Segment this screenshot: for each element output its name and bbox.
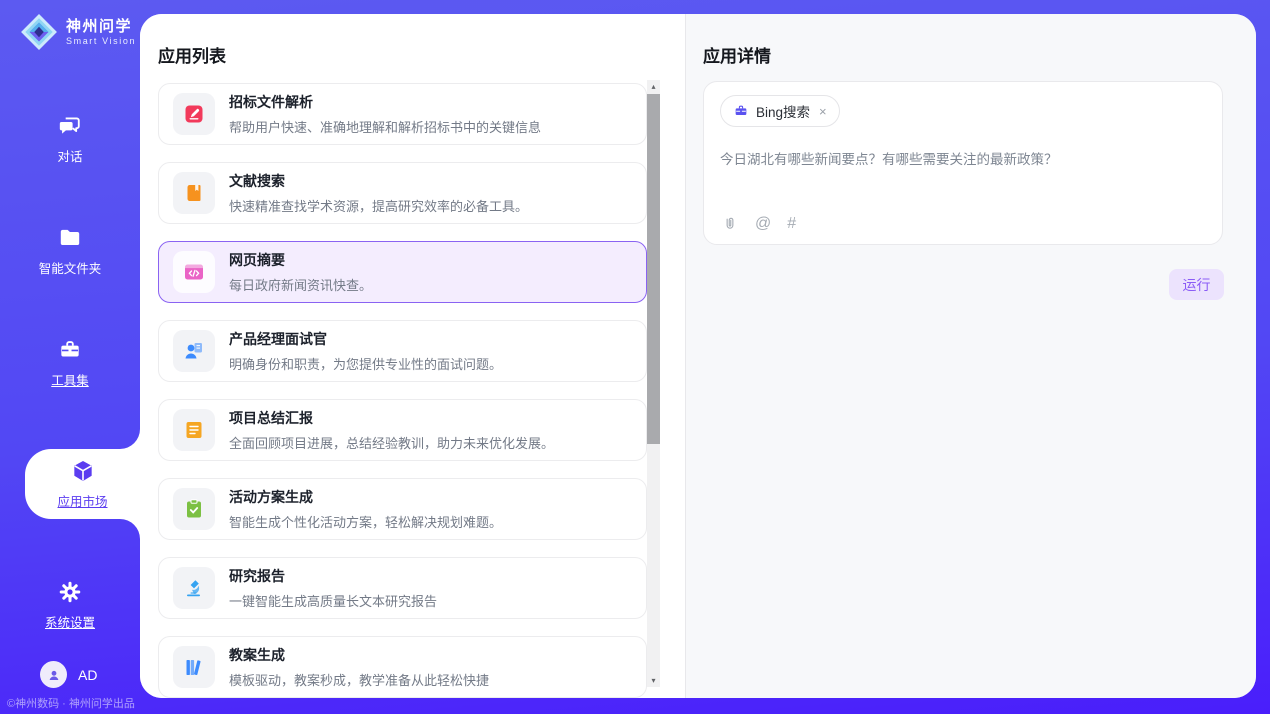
notch-bottom (120, 519, 140, 539)
logo-title: 神州问学 (66, 18, 136, 36)
query-input[interactable]: 今日湖北有哪些新闻要点？有哪些需要关注的最新政策？ (720, 148, 1206, 168)
app-card-text: 产品经理面试官明确身份和职责，为您提供专业性的面试问题。 (229, 329, 502, 373)
app-card-desc: 模板驱动，教案秒成，教学准备从此轻松快捷 (229, 670, 489, 689)
run-button[interactable]: 运行 (1169, 269, 1224, 300)
app-list-panel: 应用列表 招标文件解析帮助用户快速、准确地理解和解析招标书中的关键信息文献搜索快… (140, 14, 685, 698)
tool-tag-label: Bing搜索 (756, 101, 810, 121)
app-card-desc: 全面回顾项目进展，总结经验教训，助力未来优化发展。 (229, 433, 554, 452)
sidebar-item-label: 对话 (57, 146, 82, 165)
notch-top (120, 429, 140, 449)
app-card-text: 网页摘要每日政府新闻资讯快查。 (229, 250, 372, 294)
sidebar-item-app-market[interactable]: 应用市场 (25, 449, 140, 519)
tool-tag[interactable]: Bing搜索 × (720, 95, 840, 127)
briefcase-icon (733, 103, 749, 119)
app-detail-panel: 应用详情 Bing搜索 × 今日湖北有哪些新闻要点？有哪些需要关注的最新政策？ (685, 14, 1256, 698)
toolbox-icon (57, 337, 83, 363)
book-icon (173, 172, 215, 214)
scrollbar[interactable]: ▴ ▾ (647, 80, 660, 687)
logo: 神州问学 Smart Vision (0, 0, 140, 51)
hash-icon[interactable]: # (787, 215, 796, 233)
app-card-desc: 明确身份和职责，为您提供专业性的面试问题。 (229, 354, 502, 373)
app-card-desc: 快速精准查找学术资源，提高研究效率的必备工具。 (229, 196, 528, 215)
app-card-title: 项目总结汇报 (229, 408, 554, 428)
doc-edit-icon (173, 93, 215, 135)
sidebar-item-label: 工具集 (51, 370, 89, 389)
prompt-card: Bing搜索 × 今日湖北有哪些新闻要点？有哪些需要关注的最新政策？ @ # (703, 81, 1223, 245)
app-card-title: 招标文件解析 (229, 92, 541, 112)
app-card-title: 网页摘要 (229, 250, 372, 270)
sidebar-item-system-settings[interactable]: 系统设置 (0, 579, 140, 631)
folder-icon (57, 225, 83, 251)
gear-icon (57, 579, 83, 605)
app-list-title: 应用列表 (158, 42, 685, 67)
app-card-title: 产品经理面试官 (229, 329, 502, 349)
avatar (40, 661, 67, 688)
app-card-bid-doc-parse[interactable]: 招标文件解析帮助用户快速、准确地理解和解析招标书中的关键信息 (158, 83, 647, 145)
app-card-text: 活动方案生成智能生成个性化活动方案，轻松解决规划难题。 (229, 487, 502, 531)
clipboard-check-icon (173, 488, 215, 530)
app-card-text: 文献搜索快速精准查找学术资源，提高研究效率的必备工具。 (229, 171, 528, 215)
app-card-event-plan[interactable]: 活动方案生成智能生成个性化活动方案，轻松解决规划难题。 (158, 478, 647, 540)
scroll-up-icon[interactable]: ▴ (647, 82, 660, 91)
app-card-text: 招标文件解析帮助用户快速、准确地理解和解析招标书中的关键信息 (229, 92, 541, 136)
scroll-down-icon[interactable]: ▾ (647, 676, 660, 685)
app-card-title: 文献搜索 (229, 171, 528, 191)
app-card-title: 活动方案生成 (229, 487, 502, 507)
user-name: AD (78, 667, 97, 683)
user-account[interactable]: AD (40, 661, 97, 688)
app-card-pm-interviewer[interactable]: 产品经理面试官明确身份和职责，为您提供专业性的面试问题。 (158, 320, 647, 382)
mention-icon[interactable]: @ (755, 215, 771, 233)
app-card-literature-search[interactable]: 文献搜索快速精准查找学术资源，提高研究效率的必备工具。 (158, 162, 647, 224)
logo-text: 神州问学 Smart Vision (66, 18, 136, 46)
app-card-project-summary[interactable]: 项目总结汇报全面回顾项目进展，总结经验教训，助力未来优化发展。 (158, 399, 647, 461)
report-note-icon (173, 409, 215, 451)
app-card-desc: 帮助用户快速、准确地理解和解析招标书中的关键信息 (229, 117, 541, 136)
app-card-text: 研究报告一键智能生成高质量长文本研究报告 (229, 566, 437, 610)
sidebar-nav: 对话智能文件夹工具集应用市场系统设置 (0, 113, 140, 631)
app-card-text: 项目总结汇报全面回顾项目进展，总结经验教训，助力未来优化发展。 (229, 408, 554, 452)
chat-icon (57, 113, 83, 139)
scrollbar-thumb[interactable] (647, 94, 660, 444)
app-list: 招标文件解析帮助用户快速、准确地理解和解析招标书中的关键信息文献搜索快速精准查找… (158, 83, 647, 698)
run-row: 运行 (703, 269, 1224, 300)
app-card-text: 教案生成模板驱动，教案秒成，教学准备从此轻松快捷 (229, 645, 489, 689)
browser-code-icon (173, 251, 215, 293)
app-detail-title: 应用详情 (703, 42, 1256, 67)
copyright-text: ©神州数码 · 神州问学出品 (7, 695, 135, 711)
app-card-title: 教案生成 (229, 645, 489, 665)
interviewer-icon (173, 330, 215, 372)
app-card-desc: 一键智能生成高质量长文本研究报告 (229, 591, 437, 610)
logo-diamond-icon (20, 13, 58, 51)
app-card-desc: 每日政府新闻资讯快查。 (229, 275, 372, 294)
logo-subtitle: Smart Vision (66, 36, 136, 46)
content-area: 应用列表 招标文件解析帮助用户快速、准确地理解和解析招标书中的关键信息文献搜索快… (140, 14, 1256, 698)
books-icon (173, 646, 215, 688)
tag-close-icon[interactable]: × (819, 104, 827, 119)
research-icon (173, 567, 215, 609)
attachment-toolbar: @ # (721, 215, 796, 233)
sidebar-item-smart-folders[interactable]: 智能文件夹 (0, 225, 140, 277)
sidebar: 神州问学 Smart Vision 对话智能文件夹工具集应用市场系统设置 AD … (0, 0, 140, 714)
paperclip-icon[interactable] (721, 215, 739, 233)
sidebar-item-label: 应用市场 (57, 491, 107, 510)
app-card-research-report[interactable]: 研究报告一键智能生成高质量长文本研究报告 (158, 557, 647, 619)
app-card-desc: 智能生成个性化活动方案，轻松解决规划难题。 (229, 512, 502, 531)
app-card-lesson-plan[interactable]: 教案生成模板驱动，教案秒成，教学准备从此轻松快捷 (158, 636, 647, 698)
cube-icon (70, 458, 96, 484)
sidebar-item-chat[interactable]: 对话 (0, 113, 140, 165)
app-card-title: 研究报告 (229, 566, 437, 586)
sidebar-item-toolset[interactable]: 工具集 (0, 337, 140, 389)
app-card-web-summary[interactable]: 网页摘要每日政府新闻资讯快查。 (158, 241, 647, 303)
sidebar-item-label: 智能文件夹 (39, 258, 102, 277)
sidebar-item-label: 系统设置 (45, 612, 95, 631)
